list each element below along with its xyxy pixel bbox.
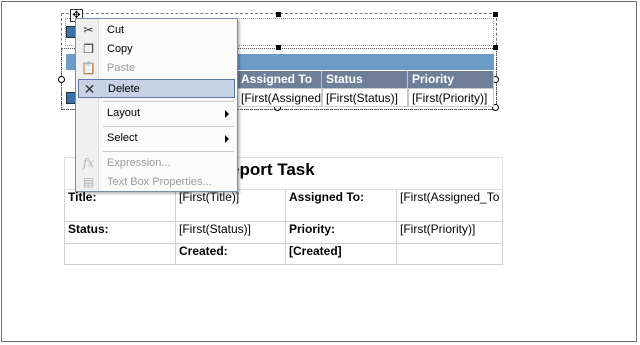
value-title[interactable]: [First(Title)] bbox=[175, 189, 286, 222]
paste-icon: 📋 bbox=[81, 61, 96, 75]
cell-assigned-to[interactable]: [First(Assigned_ bbox=[237, 88, 322, 107]
value-assigned-to[interactable]: [First(Assigned_To bbox=[395, 189, 504, 222]
report-title[interactable]: eport Task bbox=[230, 160, 315, 180]
value-priority[interactable]: [First(Priority)] bbox=[395, 221, 504, 244]
label-priority[interactable]: Priority: bbox=[285, 221, 397, 244]
copy-icon: ❐ bbox=[83, 42, 94, 56]
cell-priority[interactable]: [First(Priority)] bbox=[408, 88, 494, 107]
menu-item-delete[interactable]: ✕ Delete bbox=[78, 79, 235, 98]
selection-handle[interactable] bbox=[276, 12, 281, 17]
selection-handle[interactable] bbox=[493, 12, 498, 17]
menu-item-layout[interactable]: Layout bbox=[78, 104, 235, 123]
cell-status[interactable]: [First(Status)] bbox=[322, 88, 408, 107]
menu-separator bbox=[103, 126, 234, 127]
properties-icon: ▤ bbox=[82, 175, 95, 189]
selection-handle[interactable] bbox=[493, 45, 498, 50]
label-assigned-to[interactable]: Assigned To: bbox=[285, 189, 397, 222]
menu-item-copy[interactable]: ❐ Copy bbox=[78, 40, 235, 59]
menu-item-paste[interactable]: 📋 Paste bbox=[78, 59, 235, 78]
selection-handle[interactable] bbox=[276, 45, 281, 50]
label-created[interactable]: Created: bbox=[175, 243, 286, 265]
selection-handle[interactable] bbox=[58, 76, 65, 83]
menu-separator bbox=[103, 151, 234, 152]
menu-item-select[interactable]: Select bbox=[78, 129, 235, 148]
context-menu: ✂ Cut ❐ Copy 📋 Paste ✕ Delete Layout Sel… bbox=[75, 18, 238, 192]
delete-icon: ✕ bbox=[83, 81, 96, 97]
menu-item-cut[interactable]: ✂ Cut bbox=[78, 21, 235, 40]
header-status[interactable]: Status bbox=[322, 71, 408, 88]
menu-item-expression[interactable]: fx Expression... bbox=[78, 154, 235, 173]
menu-separator bbox=[103, 101, 234, 102]
scissors-icon: ✂ bbox=[83, 23, 94, 37]
label-status[interactable]: Status: bbox=[64, 221, 176, 244]
fx-icon: fx bbox=[82, 156, 95, 170]
value-status[interactable]: [First(Status)] bbox=[175, 221, 286, 244]
header-assigned-to[interactable]: Assigned To bbox=[237, 71, 322, 88]
label-title[interactable]: Title: bbox=[64, 189, 176, 222]
value-created[interactable]: [Created] bbox=[285, 243, 397, 265]
menu-item-text-box-properties[interactable]: ▤ Text Box Properties... bbox=[78, 173, 235, 192]
submenu-arrow-icon bbox=[225, 135, 229, 143]
submenu-arrow-icon bbox=[225, 110, 229, 118]
header-priority[interactable]: Priority bbox=[408, 71, 494, 88]
